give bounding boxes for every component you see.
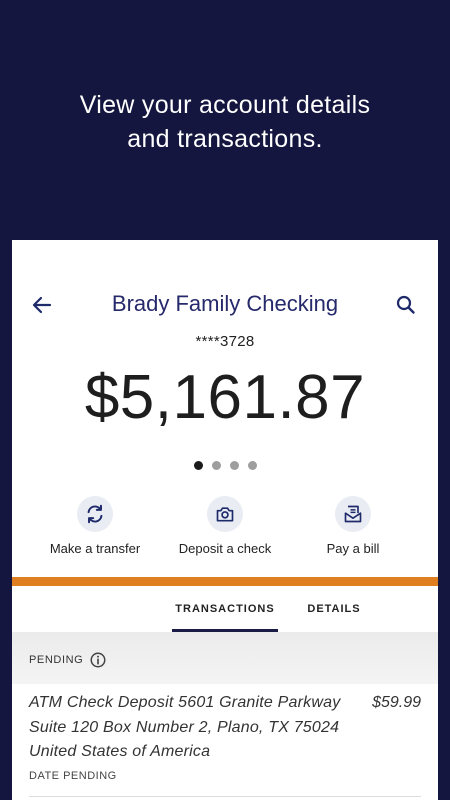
account-balance: $5,161.87 (84, 363, 366, 432)
transfer-icon (87, 504, 103, 524)
account-screen: Brady Family Checking ****3728 $5,161.87 (12, 240, 438, 800)
tab-details[interactable]: DETAILS (296, 586, 372, 632)
pay-bill-button[interactable]: Pay a bill (290, 496, 416, 556)
top-bar: Brady Family Checking (12, 285, 438, 325)
tab-bar: TRANSACTIONS DETAILS (12, 586, 438, 632)
transaction-amount: $59.99 (372, 694, 421, 711)
camera-icon (216, 507, 234, 522)
search-icon (396, 295, 415, 314)
account-title: Brady Family Checking (111, 291, 339, 316)
accent-divider (12, 577, 438, 586)
bill-icon-circle (335, 496, 371, 532)
carousel-dot-3[interactable] (229, 461, 239, 470)
make-transfer-button[interactable]: Make a transfer (32, 496, 158, 556)
row-divider (29, 796, 421, 797)
search-button[interactable] (394, 293, 418, 317)
headline-line-1: View your account details (79, 91, 371, 119)
carousel-dot-1[interactable] (193, 461, 203, 470)
pending-info-button[interactable] (89, 651, 107, 669)
quick-actions: Make a transfer Deposit a check Pay a bi… (12, 496, 438, 556)
pending-label: PENDING (29, 654, 84, 666)
camera-icon-circle (207, 496, 243, 532)
info-icon (90, 652, 106, 668)
carousel-dot-2[interactable] (211, 461, 221, 470)
deposit-check-button[interactable]: Deposit a check (162, 496, 288, 556)
transfer-icon-circle (77, 496, 113, 532)
promo-headline: View your account details and transactio… (0, 88, 450, 156)
transaction-description: ATM Check Deposit 5601 Granite Parkway S… (29, 694, 341, 760)
headline-line-2: and transactions. (127, 125, 323, 153)
pending-section-header: PENDING (12, 632, 438, 684)
tab-transactions[interactable]: TRANSACTIONS (172, 586, 278, 632)
make-transfer-label: Make a transfer (49, 541, 141, 556)
transaction-date: DATE PENDING (29, 770, 117, 782)
bill-icon (344, 505, 362, 523)
transaction-list: PENDING ATM Check Deposit 5601 Granite P… (12, 632, 438, 800)
masked-account-number: ****3728 (195, 333, 255, 350)
deposit-check-label: Deposit a check (178, 541, 272, 556)
carousel-indicator (12, 461, 438, 470)
transaction-row[interactable]: ATM Check Deposit 5601 Granite Parkway S… (12, 684, 438, 800)
pay-bill-label: Pay a bill (326, 541, 380, 556)
carousel-dot-4[interactable] (247, 461, 257, 470)
